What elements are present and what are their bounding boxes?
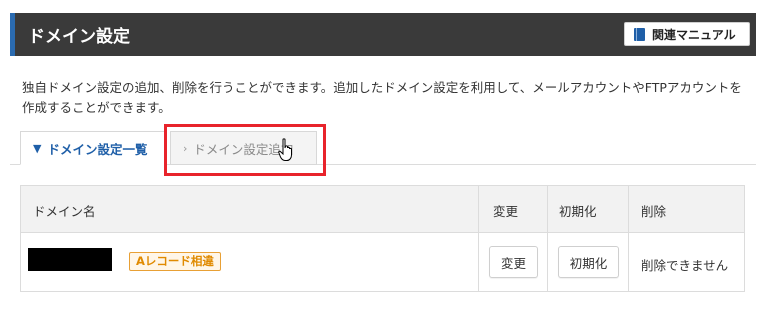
tab-domain-list[interactable]: ▼ ドメイン設定一覧 <box>20 131 165 165</box>
column-header-change: 変更 <box>493 204 519 219</box>
highlight-annotation-box <box>164 124 326 176</box>
page-title: ドメイン設定 <box>28 27 130 47</box>
table-header-row: ドメイン名 変更 初期化 削除 <box>21 186 744 233</box>
chevron-down-icon: ▼ <box>33 141 42 155</box>
book-icon <box>634 27 645 41</box>
page-description: 独自ドメイン設定の追加、削除を行うことができます。追加したドメイン設定を利用して… <box>22 80 742 115</box>
delete-unavailable-text: 削除できません <box>641 258 729 273</box>
column-divider <box>547 186 548 291</box>
change-button[interactable]: 変更 <box>489 246 538 278</box>
page-header: ドメイン設定 関連マニュアル <box>10 13 756 56</box>
column-divider <box>478 186 479 291</box>
column-header-delete: 削除 <box>641 204 667 219</box>
column-header-domain: ドメイン名 <box>33 204 96 219</box>
redacted-domain-name <box>28 248 112 271</box>
column-divider <box>628 186 629 291</box>
initialize-button[interactable]: 初期化 <box>558 246 619 278</box>
hand-cursor-icon <box>278 138 292 161</box>
column-header-init: 初期化 <box>559 204 597 219</box>
domain-table: ドメイン名 変更 初期化 削除 Aレコード相違 変更 初期化 削除できません <box>20 185 745 292</box>
status-badge: Aレコード相違 <box>129 252 221 271</box>
tab-domain-list-label: ドメイン設定一覧 <box>47 141 148 157</box>
related-manual-button[interactable]: 関連マニュアル <box>624 22 750 46</box>
related-manual-label: 関連マニュアル <box>652 27 736 42</box>
